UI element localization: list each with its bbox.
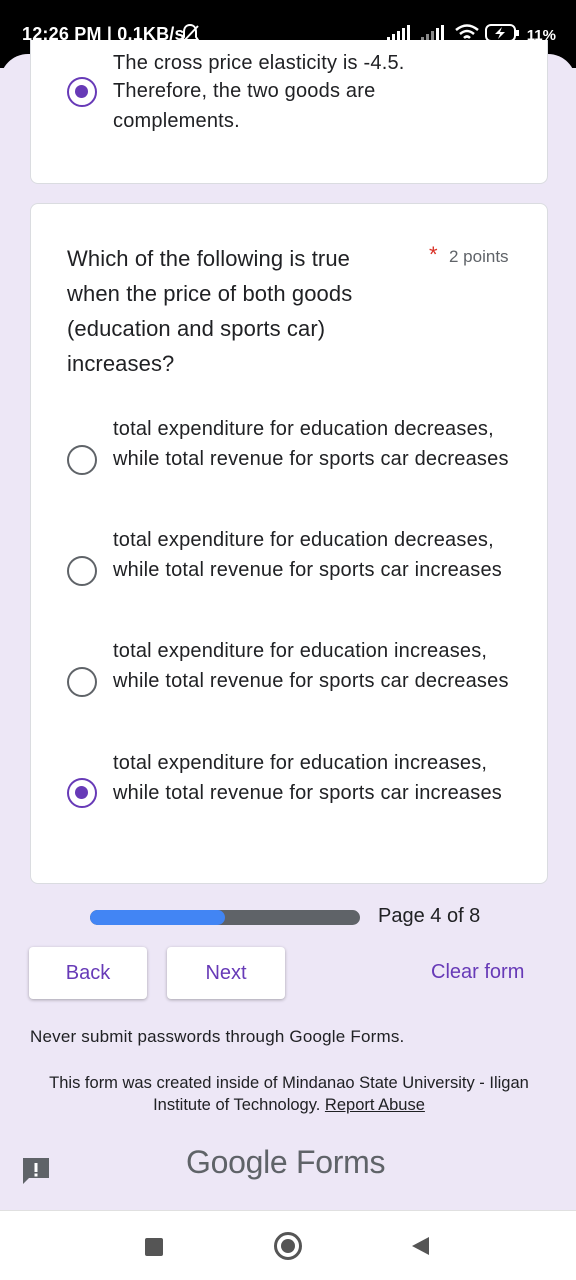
feedback-icon[interactable] xyxy=(20,1155,52,1187)
clear-form-button[interactable]: Clear form xyxy=(431,961,524,984)
question-card: Which of the following is true when the … xyxy=(30,203,548,884)
previous-question-card: The cross price elasticity is -4.5. Ther… xyxy=(30,40,548,184)
question-title: Which of the following is true when the … xyxy=(67,246,353,376)
logo-forms: Forms xyxy=(295,1144,386,1180)
form-origin-text: This form was created inside of Mindanao… xyxy=(49,1074,529,1114)
progress-bar xyxy=(90,910,360,925)
option-radio-selected[interactable] xyxy=(67,778,97,808)
nav-home-icon[interactable] xyxy=(274,1232,302,1260)
back-button[interactable]: Back xyxy=(29,947,147,999)
password-warning: Never submit passwords through Google Fo… xyxy=(30,1027,405,1046)
form-origin-notice: This form was created inside of Mindanao… xyxy=(30,1072,548,1116)
option-label[interactable]: total expenditure for education increase… xyxy=(113,637,523,696)
page-indicator: Page 4 of 8 xyxy=(378,905,481,927)
google-forms-logo: Google Forms xyxy=(186,1144,385,1181)
progress-bar-fill xyxy=(90,910,225,925)
option-label[interactable]: total expenditure for education decrease… xyxy=(113,415,523,474)
option-radio[interactable] xyxy=(67,445,97,475)
previous-question-partial-line: The cross price elasticity is -4.5. xyxy=(113,52,405,74)
option-label[interactable]: total expenditure for education increase… xyxy=(113,749,523,808)
system-nav-bar xyxy=(0,1210,576,1280)
logo-google: Google xyxy=(186,1144,288,1180)
option-radio[interactable] xyxy=(67,667,97,697)
option-radio[interactable] xyxy=(67,556,97,586)
option-label[interactable]: total expenditure for education decrease… xyxy=(113,526,523,585)
next-button[interactable]: Next xyxy=(167,947,285,999)
previous-question-radio[interactable] xyxy=(67,77,97,107)
previous-question-option-label: Therefore, the two goods are complements… xyxy=(113,80,376,132)
nav-recents-icon[interactable] xyxy=(145,1238,163,1256)
report-abuse-link[interactable]: Report Abuse xyxy=(325,1096,425,1114)
required-marker: * xyxy=(429,242,438,267)
nav-back-icon[interactable] xyxy=(410,1235,432,1262)
question-points: 2 points xyxy=(449,247,509,266)
